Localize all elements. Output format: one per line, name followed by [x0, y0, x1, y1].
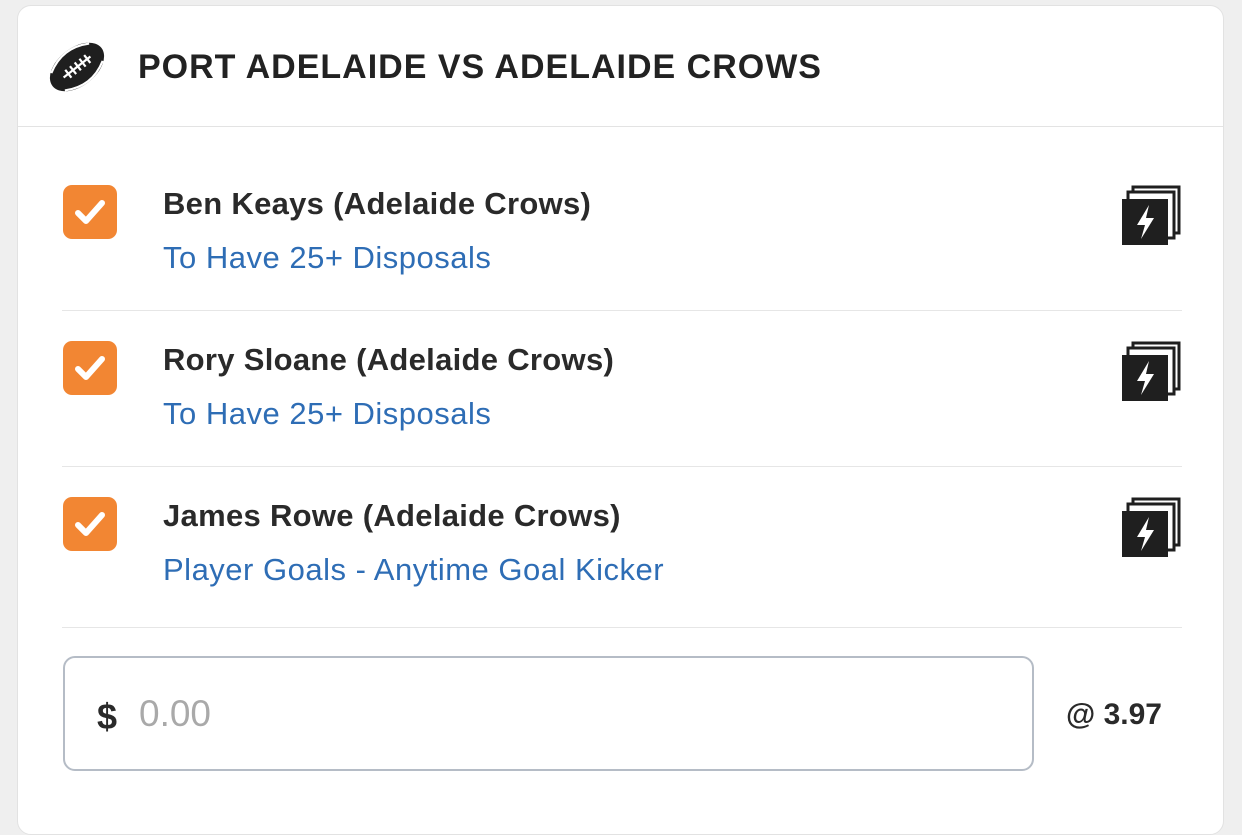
same-game-multi-icon[interactable]	[1120, 495, 1184, 559]
checkmark-icon	[75, 356, 105, 380]
selection-checkbox[interactable]	[63, 497, 117, 551]
player-name: Rory Sloane (Adelaide Crows)	[163, 342, 615, 377]
player-name: James Rowe (Adelaide Crows)	[163, 498, 621, 533]
match-title: PORT ADELAIDE VS ADELAIDE CROWS	[138, 48, 822, 86]
combined-odds: @ 3.97	[1066, 698, 1162, 731]
stake-input[interactable]	[139, 686, 999, 742]
selection-row: James Rowe (Adelaide Crows) Player Goals…	[62, 468, 1182, 628]
selection-checkbox[interactable]	[63, 341, 117, 395]
same-game-multi-icon[interactable]	[1120, 339, 1184, 403]
market-link[interactable]: Player Goals - Anytime Goal Kicker	[163, 552, 664, 588]
selection-checkbox[interactable]	[63, 185, 117, 239]
market-link[interactable]: To Have 25+ Disposals	[163, 240, 491, 276]
stake-field[interactable]: $	[63, 656, 1034, 771]
checkmark-icon	[75, 200, 105, 224]
player-name: Ben Keays (Adelaide Crows)	[163, 186, 592, 221]
same-game-multi-icon[interactable]	[1120, 183, 1184, 247]
market-link[interactable]: To Have 25+ Disposals	[163, 396, 491, 432]
bet-slip-card: PORT ADELAIDE VS ADELAIDE CROWS Ben Keay…	[17, 5, 1224, 835]
currency-symbol: $	[97, 696, 118, 737]
selection-row: Rory Sloane (Adelaide Crows) To Have 25+…	[62, 312, 1182, 467]
match-header: PORT ADELAIDE VS ADELAIDE CROWS	[18, 6, 1223, 127]
football-icon	[49, 42, 105, 92]
selection-row: Ben Keays (Adelaide Crows) To Have 25+ D…	[62, 156, 1182, 311]
checkmark-icon	[75, 512, 105, 536]
